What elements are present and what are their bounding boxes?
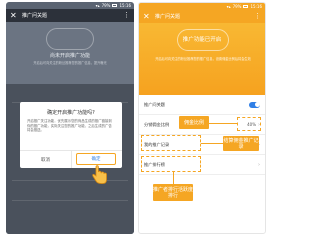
connector-line [173, 172, 174, 184]
callout-commission: 佣金比例 [179, 116, 209, 129]
battery-icon [112, 4, 118, 7]
left-phone-screen: ▾▴ 79% 15:16 ✕ 推广问关题 ⋮ 尚未开启推广功能 开启后可向关注的… [6, 2, 134, 234]
battery-percent: 79% [101, 3, 111, 8]
divider [12, 180, 128, 181]
dialog-body: 开启推广关注功能，优先展示您的商品生成的推广链接到你的推广功能，实际关注您的推广… [27, 119, 112, 133]
pointing-hand-icon [92, 165, 107, 184]
connector-line [201, 143, 223, 144]
status-bar: ▾▴ 79% 15:16 [6, 2, 134, 9]
hero-subtitle: 开启后可向关注的粉丝推荐您的推广信息，提升曝光 [33, 61, 107, 65]
signal-icon: ▾▴ [226, 4, 231, 9]
confirm-button[interactable]: 确定 [76, 153, 116, 165]
dialog-title: 确定开启推广功能吗? [47, 110, 95, 116]
more-menu-icon[interactable]: ⋮ [254, 13, 261, 20]
cancel-button[interactable]: 取消 [20, 151, 71, 168]
callout-records: 结算佣金推广记录 [223, 136, 259, 151]
right-phone-screen: ▾▴ 79% 15:16 ✕ 推广问关题 ⋮ 推广功能已开启 开启后可向关注的粉… [138, 2, 266, 234]
more-menu-icon[interactable]: ⋮ [123, 12, 130, 19]
highlight-box [141, 156, 201, 172]
decorative-ring [46, 28, 94, 50]
toolbar-title: 推广问关题 [22, 13, 48, 19]
promotion-toggle[interactable] [249, 101, 260, 108]
app-toolbar: ✕ 推广问关题 ⋮ [6, 9, 134, 22]
status-time: 15:16 [119, 3, 131, 8]
status-bar: ▾▴ 79% 15:16 [139, 3, 265, 10]
signal-icon: ▾▴ [95, 3, 100, 8]
callout-ranking: 推广者排行活跃度排行 [153, 184, 193, 201]
close-icon[interactable]: ✕ [10, 11, 19, 20]
divider [71, 150, 72, 168]
highlight-box [237, 117, 261, 131]
battery-icon [243, 5, 249, 8]
status-time: 15:16 [250, 4, 262, 9]
divider [12, 200, 128, 201]
setting-label: 推广问关题 [144, 101, 165, 107]
hero-title: 尚未开启推广功能 [49, 53, 90, 59]
hero-title: 推广功能已开启 [182, 37, 222, 43]
toolbar-title: 推广问关题 [155, 14, 181, 20]
status-hero: 推广功能已开启 开启后可向关注的粉丝推荐您的推广信息，设置佣金比例后将会生效 [139, 23, 265, 95]
connector-line [209, 123, 237, 124]
setting-row-promotion[interactable]: 推广问关题 [139, 95, 265, 115]
app-toolbar: ✕ 推广问关题 ⋮ [139, 10, 265, 23]
close-icon[interactable]: ✕ [143, 12, 152, 21]
hero-subtitle: 开启后可向关注的粉丝推荐您的推广信息，设置佣金比例后将会生效 [155, 57, 251, 61]
status-hero: 尚未开启推广功能 开启后可向关注的粉丝推荐您的推广信息，提升曝光 [6, 22, 134, 84]
toggle-knob [254, 102, 260, 107]
battery-percent: 79% [232, 4, 242, 9]
chevron-right-icon: › [258, 161, 260, 168]
confirm-dialog: 确定开启推广功能吗? 开启推广关注功能，优先展示您的商品生成的推广链接到你的推广… [20, 102, 122, 168]
highlight-box [141, 135, 201, 151]
